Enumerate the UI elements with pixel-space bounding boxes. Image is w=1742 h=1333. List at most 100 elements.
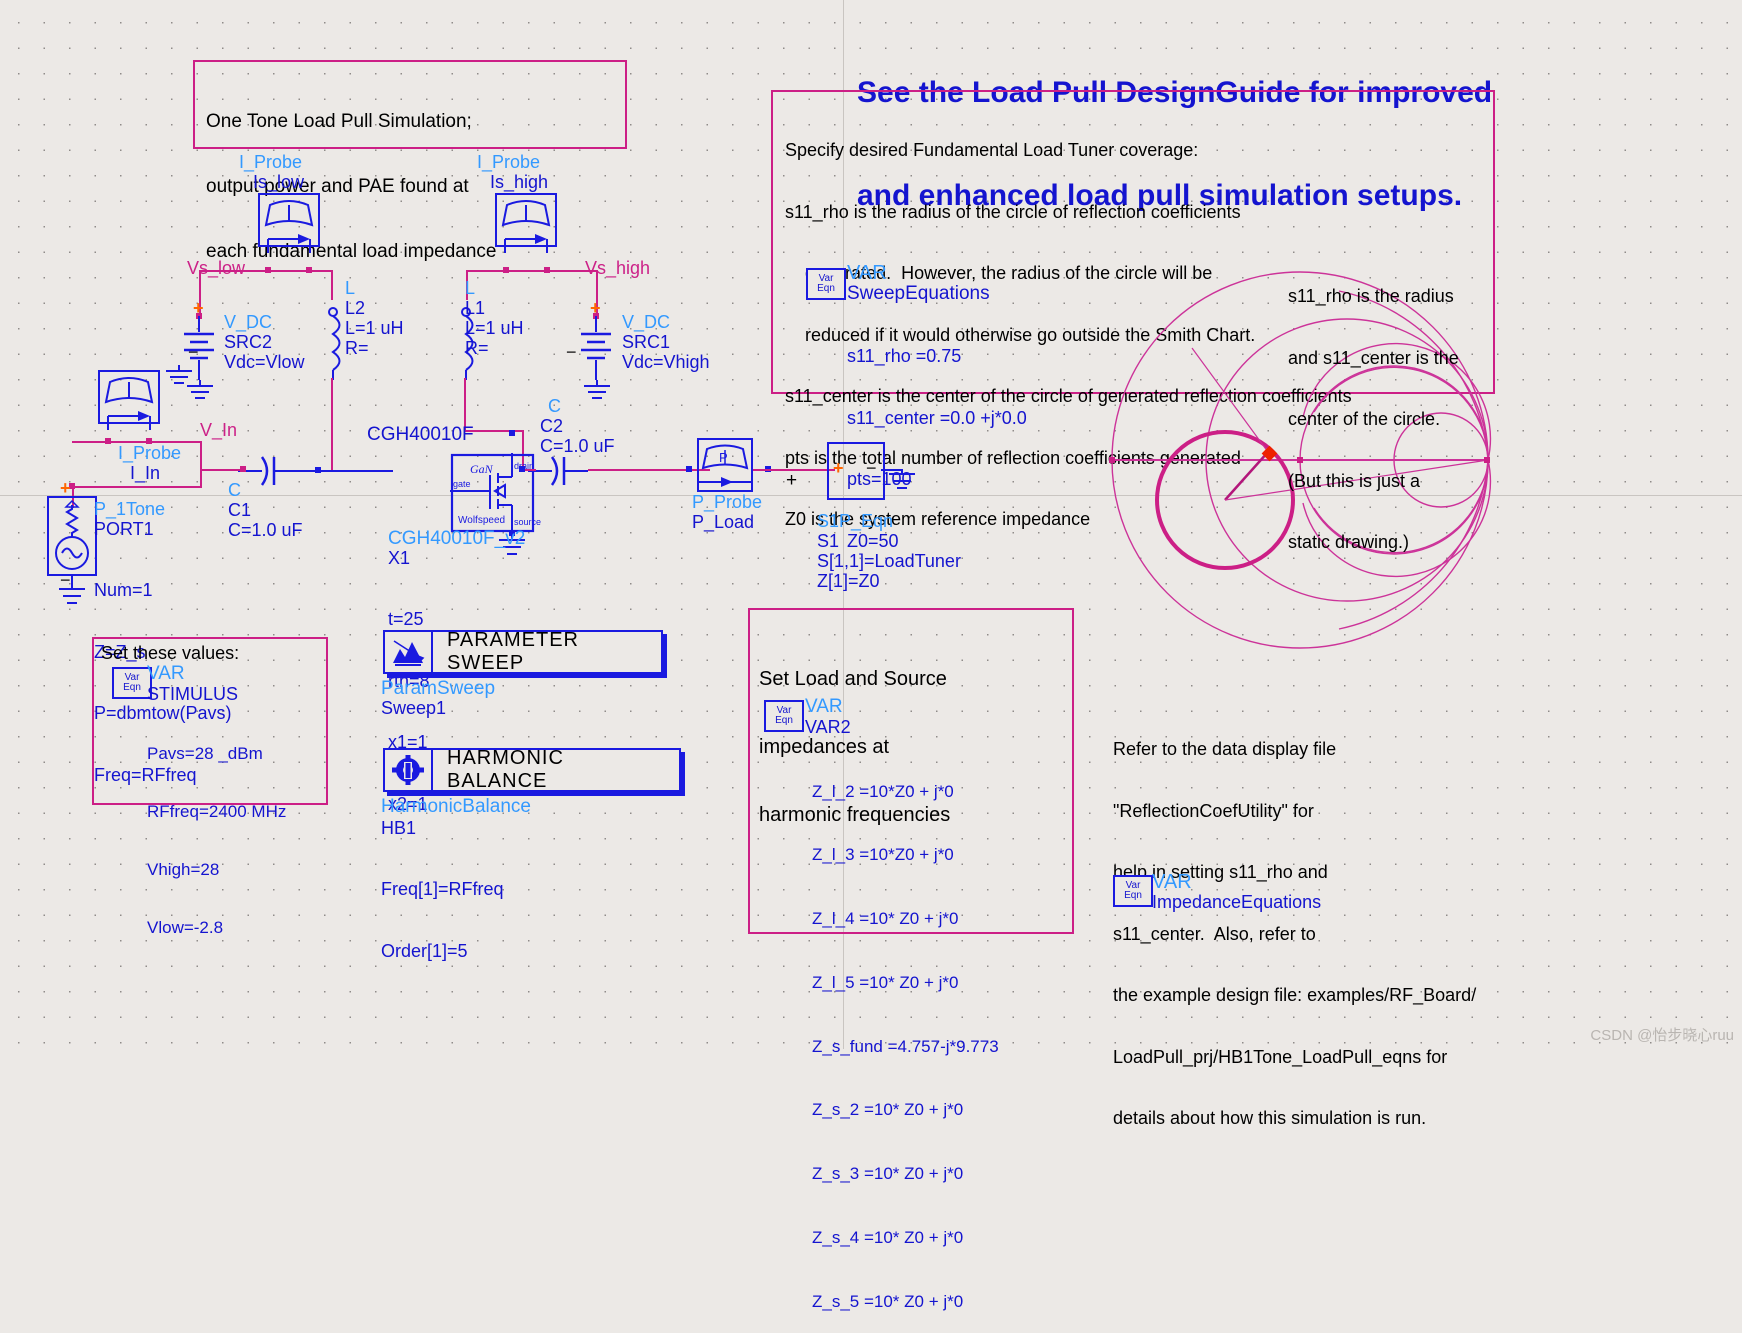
svg-text:gate: gate bbox=[453, 479, 471, 489]
s1p-param2: Z[1]=Z0 bbox=[817, 571, 880, 591]
wire-c1-to-gate bbox=[297, 470, 393, 472]
p-probe-type: P_Probe bbox=[692, 492, 763, 512]
inductor-l1-name: L1 bbox=[465, 298, 486, 318]
harmonic-balance-type: HarmonicBalance bbox=[381, 796, 531, 817]
hb-param-0: Freq[1]=RFfreq bbox=[381, 879, 504, 900]
iprobe-high-name: Is_high bbox=[490, 172, 549, 192]
node-probe-in-left bbox=[105, 438, 111, 444]
sweep-param-0: s11_rho =0.75 bbox=[847, 346, 962, 367]
impedance-equations-var-icon[interactable]: Var Eqn bbox=[1113, 875, 1153, 907]
stimulus-var-icon[interactable]: Var Eqn bbox=[112, 667, 152, 699]
s1p-plus-mark: + bbox=[786, 470, 798, 491]
s1p-minus-sign: − bbox=[866, 458, 877, 478]
vdc-src1-type: V_DC bbox=[622, 312, 671, 332]
var2-param-4: Z_s_fund =4.757-j*9.773 bbox=[812, 1036, 999, 1056]
capacitor-c2-symbol[interactable] bbox=[528, 455, 588, 487]
iprobe-high-symbol[interactable] bbox=[495, 193, 557, 255]
vdc-src1-symbol[interactable] bbox=[575, 316, 617, 386]
net-label-vs-low: Vs_low bbox=[187, 258, 246, 278]
fet-part-label: CGH40010F bbox=[367, 424, 474, 445]
node-vin bbox=[240, 466, 246, 472]
var-icon-bottom-text: Eqn bbox=[775, 715, 793, 726]
var2-param-2: Z_l_4 =10* Z0 + j*0 bbox=[812, 909, 959, 928]
wire-vin-level bbox=[200, 441, 202, 488]
refer-note-line-4: s11_center. Also, refer to bbox=[1113, 923, 1316, 944]
port1-symbol[interactable] bbox=[46, 495, 98, 585]
sweep-param-3: Z0=50 bbox=[847, 530, 899, 551]
var2-param-3: Z_l_5 =10* Z0 + j*0 bbox=[812, 972, 959, 992]
param-sweep-type: ParamSweep bbox=[381, 678, 496, 699]
smith-note-line-3: center of the circle. bbox=[1288, 409, 1441, 430]
watermark: CSDN @怡步晓心ruu bbox=[1590, 1027, 1734, 1044]
inductor-l2-name: L2 bbox=[345, 298, 366, 318]
sweep-equations-params: s11_rho =0.75 s11_center =0.0 +j*0.0 pts… bbox=[847, 305, 1027, 572]
fet-symbol[interactable]: GaN drain gate source Wolfspeed bbox=[450, 453, 541, 533]
var2-param-0: Z_l_2 =10*Z0 + j*0 bbox=[812, 781, 954, 801]
title-note-text: One Tone Load Pull Simulation; output po… bbox=[206, 68, 496, 285]
smith-note-line-5: static drawing.) bbox=[1288, 532, 1410, 553]
var2-name: VAR2 bbox=[805, 717, 851, 737]
net-label-v-in: V_In bbox=[200, 420, 238, 440]
wire-vin-top bbox=[72, 441, 202, 443]
refer-note-line-7: details about how this simulation is run… bbox=[1113, 1108, 1427, 1129]
ground-src1 bbox=[584, 380, 610, 399]
inductor-l1-type: L bbox=[465, 278, 476, 298]
node-probe-high-left bbox=[503, 267, 509, 273]
title-note-line-2: output power and PAE found at bbox=[206, 176, 469, 198]
fet-param-0: t=25 bbox=[388, 609, 424, 630]
var-icon-bottom-text: Eqn bbox=[817, 283, 835, 294]
wire-in-horizontal bbox=[72, 486, 202, 488]
harmonic-balance-params: Freq[1]=RFfreq Order[1]=5 bbox=[381, 838, 504, 982]
var2-param-5: Z_s_2 =10* Z0 + j*0 bbox=[812, 1100, 964, 1120]
ground-probe-in bbox=[166, 365, 192, 384]
node-probe-low-left bbox=[265, 267, 271, 273]
impedance-equations-name: ImpedanceEquations bbox=[1152, 892, 1322, 912]
p-probe-name: P_Load bbox=[692, 512, 755, 532]
stimulus-param-0: Pavs=28 _dBm bbox=[147, 743, 263, 763]
harmonic-balance-controller[interactable]: HARMONIC BALANCE bbox=[383, 747, 681, 792]
iprobe-in-type: I_Probe bbox=[118, 443, 182, 463]
smith-note-line-1: s11_rho is the radius bbox=[1288, 286, 1454, 307]
harmonic-note-line-1: Set Load and Source bbox=[759, 667, 947, 690]
var2-icon[interactable]: Var Eqn bbox=[764, 700, 804, 732]
stimulus-param-1: RFfreq=2400 MHz bbox=[147, 801, 287, 821]
sweep-equations-var-icon[interactable]: Var Eqn bbox=[806, 268, 846, 300]
smith-note-text: s11_rho is the radius and s11_center is … bbox=[1288, 245, 1459, 573]
s1p-name: S1 bbox=[817, 531, 840, 551]
parameter-sweep-controller[interactable]: PARAMETER SWEEP bbox=[383, 629, 663, 674]
harmonic-balance-label: HARMONIC BALANCE bbox=[447, 747, 564, 792]
p-probe-symbol[interactable]: P bbox=[697, 438, 753, 494]
iprobe-low-symbol[interactable] bbox=[258, 193, 320, 255]
port1-plus-sign: + bbox=[60, 478, 71, 498]
parameter-sweep-label: PARAMETER SWEEP bbox=[447, 629, 579, 674]
iprobe-low-type: I_Probe bbox=[239, 152, 303, 172]
title-note-line-3: each fundamental load impedance bbox=[206, 241, 497, 263]
sweep-equations-type: VAR bbox=[847, 262, 887, 284]
vdc-src1-plus-sign: + bbox=[590, 298, 601, 318]
capacitor-c1-param: C=1.0 uF bbox=[228, 520, 303, 540]
vdc-src2-type: V_DC bbox=[224, 312, 273, 332]
iprobe-in-symbol[interactable] bbox=[98, 370, 160, 432]
iprobe-low-name: Is_low bbox=[253, 172, 305, 192]
capacitor-c1-symbol[interactable] bbox=[238, 455, 298, 487]
vdc-src1-minus-sign: − bbox=[566, 342, 577, 362]
node-c2-left bbox=[519, 466, 525, 472]
inductor-l1-param1: L=1 uH bbox=[465, 318, 524, 338]
port1-param-0: Num=1 bbox=[94, 580, 153, 601]
stimulus-params: Pavs=28 _dBm RFfreq=2400 MHz Vhigh=28 Vl… bbox=[147, 705, 286, 957]
vdc-src1-param: Vdc=Vhigh bbox=[622, 352, 710, 372]
net-label-vs-high: Vs_high bbox=[585, 258, 651, 278]
var2-type: VAR bbox=[805, 696, 843, 717]
node-gate-left bbox=[315, 467, 321, 473]
refer-note-line-1: Refer to the data display file bbox=[1113, 739, 1337, 760]
s1p-plus-sign: + bbox=[833, 458, 844, 478]
refer-note-line-5: the example design file: examples/RF_Boa… bbox=[1113, 985, 1477, 1006]
s1p-type: S1P_Eqn bbox=[817, 511, 894, 531]
capacitor-c2-param: C=1.0 uF bbox=[540, 436, 615, 456]
var2-param-1: Z_l_3 =10*Z0 + j*0 bbox=[812, 845, 954, 865]
wire-vs-high-horizontal bbox=[466, 270, 598, 272]
var-icon-bottom-text: Eqn bbox=[1124, 890, 1142, 901]
var2-params: Z_l_2 =10*Z0 + j*0 Z_l_3 =10*Z0 + j*0 Z_… bbox=[812, 738, 999, 1333]
capacitor-c1-type: C bbox=[228, 480, 241, 500]
inductor-l2-symbol[interactable] bbox=[322, 300, 344, 380]
